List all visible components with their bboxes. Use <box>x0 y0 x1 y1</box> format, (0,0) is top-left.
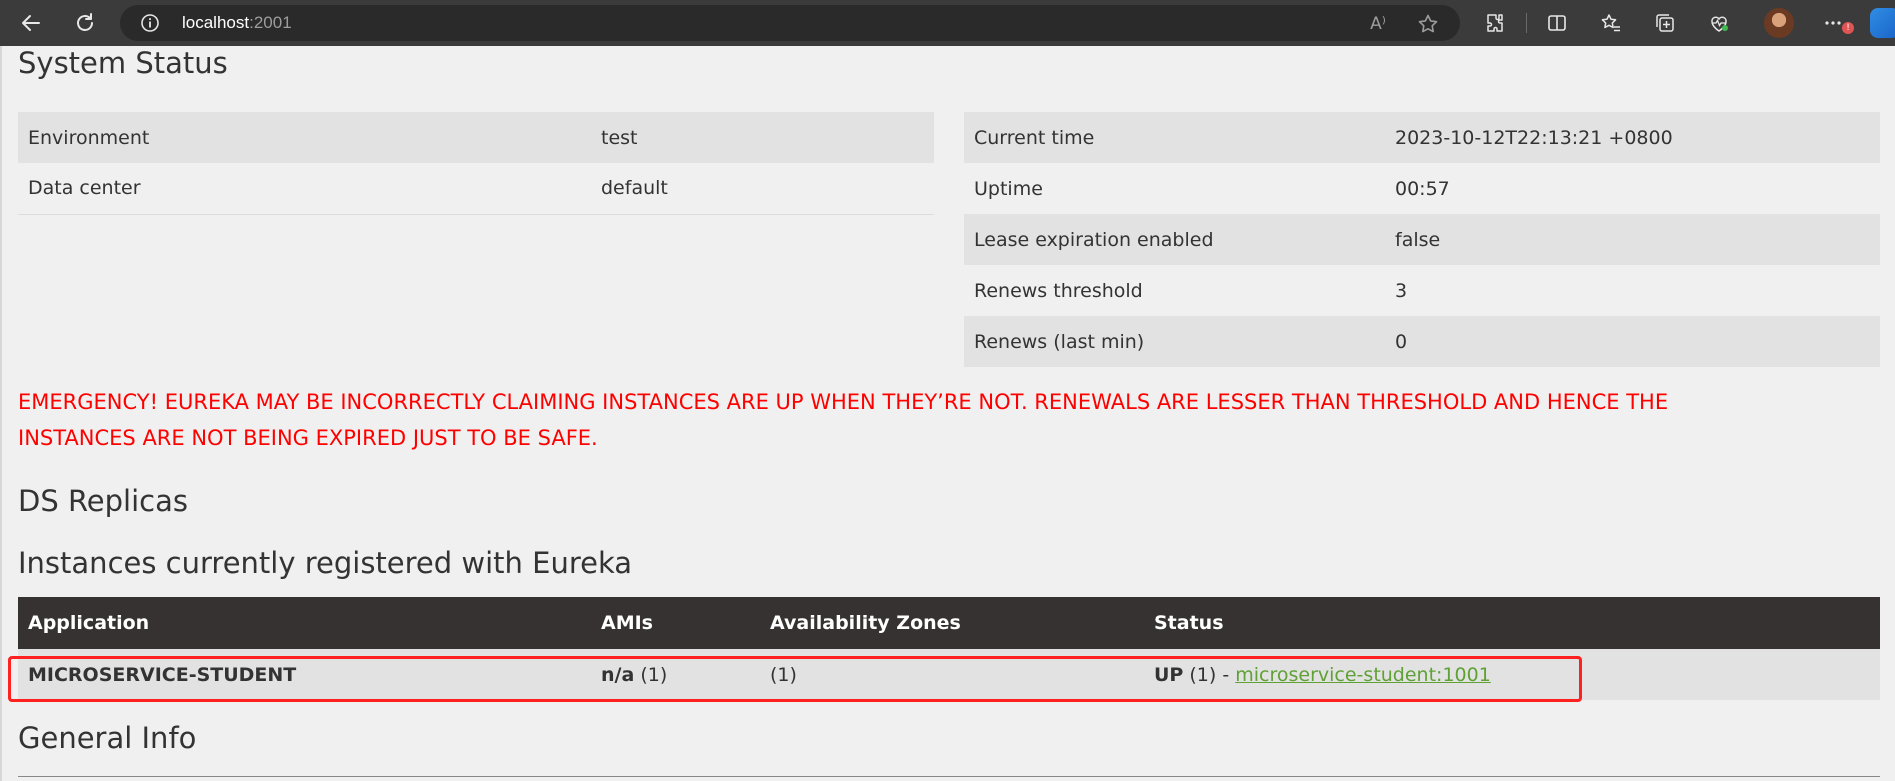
table-row: Renews (last min) 0 <box>964 316 1880 367</box>
general-info-divider <box>18 776 1880 777</box>
ds-replicas-title: DS Replicas <box>18 484 188 518</box>
read-aloud-icon[interactable]: A⁾ <box>1366 12 1390 36</box>
renews-threshold-value: 3 <box>1385 265 1880 316</box>
url-text[interactable]: localhost:2001 <box>182 5 292 41</box>
site-info-icon[interactable] <box>140 13 160 33</box>
browser-essentials-icon[interactable] <box>1702 7 1736 39</box>
url-host: localhost <box>182 13 250 32</box>
browser-toolbar: localhost:2001 A⁾ ! <box>0 0 1895 46</box>
env-label: Environment <box>18 112 591 163</box>
table-row: Environment test <box>18 112 934 163</box>
system-status-title: System Status <box>18 46 228 80</box>
datacenter-value: default <box>591 163 934 215</box>
uptime-value: 00:57 <box>1385 163 1880 214</box>
status-count: (1) - <box>1183 663 1236 686</box>
lease-expiration-value: false <box>1385 214 1880 265</box>
amis-count: (1) <box>634 663 668 686</box>
instances-table: Application AMIs Availability Zones Stat… <box>18 597 1880 700</box>
toolbar-divider <box>1526 13 1527 33</box>
amis-value: n/a <box>601 663 635 686</box>
instances-title: Instances currently registered with Eure… <box>18 546 633 580</box>
availability-zones-value: (1) <box>760 649 1144 700</box>
renews-last-min-label: Renews (last min) <box>964 316 1385 367</box>
notification-badge-icon: ! <box>1842 22 1854 34</box>
table-row: Renews threshold 3 <box>964 265 1880 316</box>
lease-expiration-label: Lease expiration enabled <box>964 214 1385 265</box>
table-row: Current time 2023-10-12T22:13:21 +0800 <box>964 112 1880 163</box>
env-value: test <box>591 112 934 163</box>
favorite-star-icon[interactable] <box>1416 12 1440 36</box>
collections-icon[interactable] <box>1648 7 1682 39</box>
current-time-value: 2023-10-12T22:13:21 +0800 <box>1385 112 1880 163</box>
instances-table-header: Application AMIs Availability Zones Stat… <box>18 597 1880 649</box>
column-header-status: Status <box>1144 597 1880 649</box>
emergency-warning: EMERGENCY! EUREKA MAY BE INCORRECTLY CLA… <box>18 384 1848 456</box>
table-row: Uptime 00:57 <box>964 163 1880 214</box>
status-table: Current time 2023-10-12T22:13:21 +0800 U… <box>964 112 1880 367</box>
renews-threshold-label: Renews threshold <box>964 265 1385 316</box>
url-port: :2001 <box>249 13 292 32</box>
extensions-icon[interactable] <box>1478 7 1512 39</box>
emergency-warning-line-2: INSTANCES ARE NOT BEING EXPIRED JUST TO … <box>18 426 598 450</box>
application-name: MICROSERVICE-STUDENT <box>18 649 591 700</box>
amis-cell: n/a (1) <box>591 649 760 700</box>
renews-last-min-value: 0 <box>1385 316 1880 367</box>
column-header-amis: AMIs <box>591 597 760 649</box>
environment-table: Environment test Data center default <box>18 112 934 215</box>
split-screen-icon[interactable] <box>1540 7 1574 39</box>
copilot-icon[interactable] <box>1870 8 1895 38</box>
current-time-label: Current time <box>964 112 1385 163</box>
favorites-icon[interactable] <box>1594 7 1628 39</box>
table-row: Data center default <box>18 163 934 215</box>
general-info-title: General Info <box>18 721 197 755</box>
page-viewport: System Status Environment test Data cent… <box>0 46 1895 781</box>
instance-link[interactable]: microservice-student:1001 <box>1235 664 1491 686</box>
status-value: UP <box>1154 663 1184 686</box>
status-cell: UP (1) - microservice-student:1001 <box>1144 649 1880 700</box>
uptime-label: Uptime <box>964 163 1385 214</box>
emergency-warning-line-1: EMERGENCY! EUREKA MAY BE INCORRECTLY CLA… <box>18 390 1669 414</box>
profile-avatar[interactable] <box>1764 8 1794 38</box>
table-row: MICROSERVICE-STUDENT n/a (1) (1) UP (1) … <box>18 649 1880 700</box>
column-header-availability-zones: Availability Zones <box>760 597 1144 649</box>
table-row: Lease expiration enabled false <box>964 214 1880 265</box>
datacenter-label: Data center <box>18 163 591 215</box>
column-header-application: Application <box>18 597 591 649</box>
address-bar[interactable]: localhost:2001 A⁾ <box>120 5 1460 41</box>
back-arrow-icon[interactable] <box>14 7 48 39</box>
refresh-icon[interactable] <box>68 7 102 39</box>
